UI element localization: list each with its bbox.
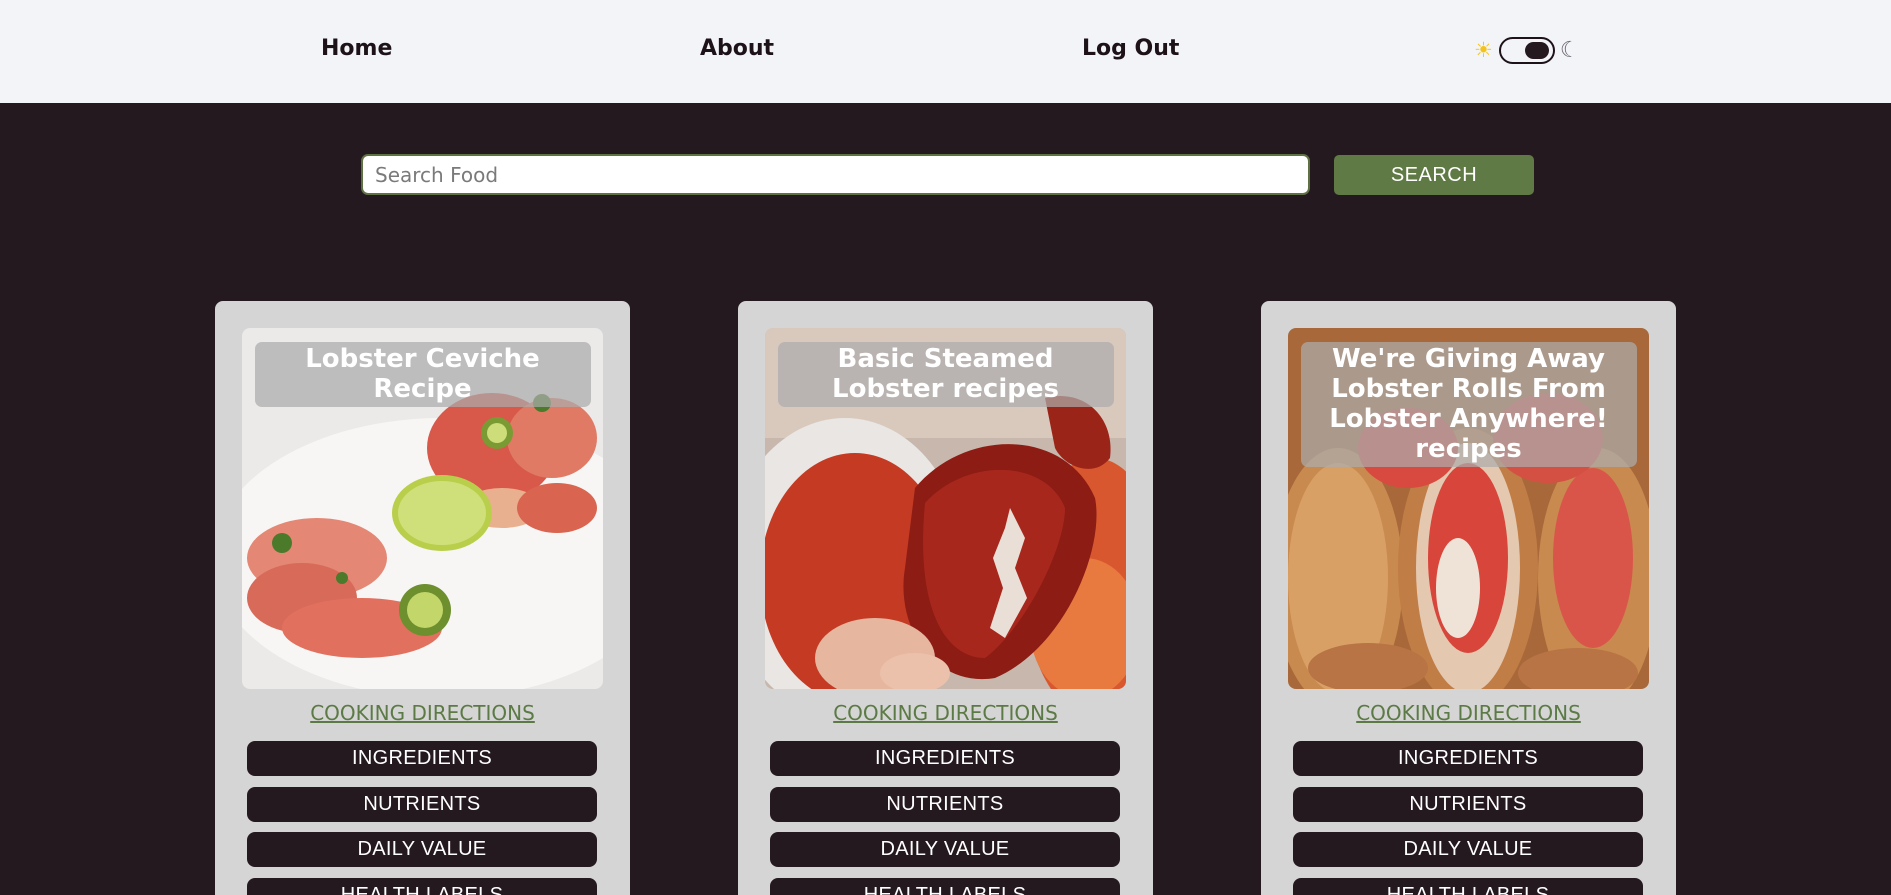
- ingredients-button[interactable]: INGREDIENTS: [1293, 741, 1643, 776]
- cooking-directions-link[interactable]: COOKING DIRECTIONS: [738, 701, 1153, 725]
- ingredients-button[interactable]: INGREDIENTS: [770, 741, 1120, 776]
- theme-toggle[interactable]: [1498, 36, 1555, 64]
- recipe-image[interactable]: We're Giving Away Lobster Rolls From Lob…: [1288, 328, 1649, 689]
- recipe-title: We're Giving Away Lobster Rolls From Lob…: [1300, 342, 1637, 467]
- search-button[interactable]: SEARCH: [1334, 155, 1534, 195]
- theme-switcher: ☀ ☾: [1474, 36, 1580, 64]
- daily-value-button[interactable]: DAILY VALUE: [1293, 832, 1643, 867]
- recipe-title: Lobster Ceviche Recipe: [254, 342, 591, 407]
- nav-logout-link[interactable]: Log Out: [1082, 36, 1179, 61]
- ingredients-button[interactable]: INGREDIENTS: [247, 741, 597, 776]
- recipe-card: Basic Steamed Lobster recipes COOKING DI…: [738, 301, 1153, 895]
- nutrients-button[interactable]: NUTRIENTS: [247, 787, 597, 822]
- cooking-directions-link[interactable]: COOKING DIRECTIONS: [215, 701, 630, 725]
- daily-value-button[interactable]: DAILY VALUE: [770, 832, 1120, 867]
- top-nav: Home About Log Out ☀ ☾: [0, 0, 1891, 103]
- nutrients-button[interactable]: NUTRIENTS: [770, 787, 1120, 822]
- nav-home-link[interactable]: Home: [321, 36, 392, 61]
- health-labels-button[interactable]: HEALTH LABELS: [770, 878, 1120, 895]
- nav-about-link[interactable]: About: [700, 36, 774, 61]
- daily-value-button[interactable]: DAILY VALUE: [247, 832, 597, 867]
- search-input[interactable]: [361, 154, 1310, 195]
- health-labels-button[interactable]: HEALTH LABELS: [1293, 878, 1643, 895]
- nutrients-button[interactable]: NUTRIENTS: [1293, 787, 1643, 822]
- recipe-card: Lobster Ceviche Recipe COOKING DIRECTION…: [215, 301, 630, 895]
- cooking-directions-link[interactable]: COOKING DIRECTIONS: [1261, 701, 1676, 725]
- recipe-card: We're Giving Away Lobster Rolls From Lob…: [1261, 301, 1676, 895]
- recipe-image[interactable]: Lobster Ceviche Recipe: [242, 328, 603, 689]
- health-labels-button[interactable]: HEALTH LABELS: [247, 878, 597, 895]
- recipe-image[interactable]: Basic Steamed Lobster recipes: [765, 328, 1126, 689]
- sun-icon: ☀: [1474, 38, 1493, 62]
- toggle-knob: [1524, 41, 1549, 59]
- moon-icon: ☾: [1559, 37, 1580, 62]
- recipe-title: Basic Steamed Lobster recipes: [777, 342, 1114, 407]
